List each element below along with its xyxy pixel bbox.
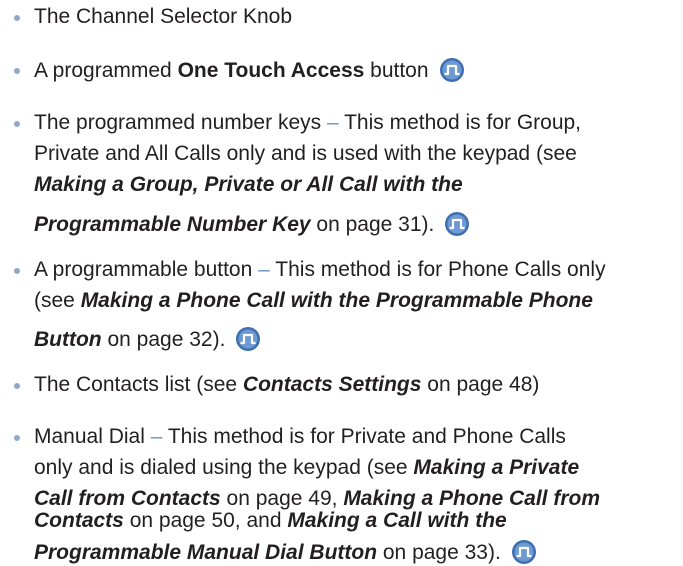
cross-reference-link[interactable]: Button	[34, 328, 102, 351]
bullet	[14, 268, 20, 274]
dash-separator: –	[252, 258, 276, 281]
item-text: button	[364, 59, 429, 82]
item-text: on page 49,	[220, 487, 344, 510]
item-text: only and is dialed using the keypad (see	[34, 456, 414, 479]
cross-reference-link[interactable]: Call from Contacts	[34, 487, 221, 510]
cross-reference-link[interactable]: Making a Private	[413, 456, 579, 479]
cross-reference-link[interactable]: Making a Call with the	[287, 509, 506, 532]
cross-reference-link[interactable]: Making a Group, Private or All Call with…	[34, 173, 463, 196]
item-text: on page 32).	[101, 328, 226, 351]
item-line: The Contacts list (see Contacts Settings…	[34, 372, 539, 398]
motorola-programmable-button-icon	[511, 540, 536, 564]
bullet	[14, 383, 20, 389]
item-text: The Contacts list (see	[34, 373, 243, 396]
cross-reference-link[interactable]: Making a Phone Call from	[343, 487, 600, 510]
item-text: The programmed number keys	[34, 111, 322, 134]
item-text: Private and All Calls only and is used w…	[34, 142, 577, 165]
dash-separator: –	[144, 425, 168, 448]
dash-separator: –	[321, 111, 345, 134]
item-text: Manual Dial	[34, 425, 145, 448]
cross-reference-link[interactable]: Programmable Number Key	[34, 213, 311, 236]
item-line: A programmed One Touch Access button	[34, 57, 465, 84]
item-line: The programmed number keys – This method…	[34, 110, 581, 136]
item-line: A programmable button – This method is f…	[34, 257, 606, 283]
item-line: Contacts on page 50, and Making a Call w…	[34, 508, 507, 534]
item-line: The Channel Selector Knob	[34, 4, 292, 30]
bullet	[14, 68, 20, 74]
item-line: Button on page 32).	[34, 326, 261, 353]
item-text: on page 48)	[421, 373, 540, 396]
item-line: Programmable Number Key on page 31).	[34, 211, 470, 238]
bullet	[14, 15, 20, 21]
item-line: only and is dialed using the keypad (see…	[34, 455, 579, 481]
item-text: (see	[34, 289, 81, 312]
cross-reference-link[interactable]: Programmable Manual Dial Button	[34, 541, 377, 564]
motorola-programmable-button-icon	[236, 327, 261, 351]
item-line: Programmable Manual Dial Button on page …	[34, 539, 537, 566]
item-text: The Channel Selector Knob	[34, 5, 292, 28]
item-text: A programmable button	[34, 258, 253, 281]
item-text: on page 50, and	[123, 509, 288, 532]
item-text: A programmed	[34, 59, 178, 82]
item-bold-term: One Touch Access	[177, 59, 365, 82]
item-text: This method is for Phone Calls only	[275, 258, 606, 281]
cross-reference-link[interactable]: Contacts	[34, 509, 124, 532]
item-line: Private and All Calls only and is used w…	[34, 141, 577, 167]
item-text: This method is for Private and Phone Cal…	[167, 425, 566, 448]
item-text: on page 33).	[377, 541, 501, 564]
item-line: Manual Dial – This method is for Private…	[34, 424, 566, 450]
item-line: (see Making a Phone Call with the Progra…	[34, 288, 593, 314]
cross-reference-link[interactable]: Making a Phone Call with the Programmabl…	[81, 289, 593, 312]
motorola-programmable-button-icon	[445, 212, 470, 236]
item-text: This method is for Group,	[344, 111, 582, 134]
item-text: on page 31).	[310, 213, 435, 236]
motorola-programmable-button-icon	[439, 58, 464, 82]
bullet	[14, 435, 20, 441]
bullet	[14, 121, 20, 127]
item-line: Making a Group, Private or All Call with…	[34, 172, 463, 198]
cross-reference-link[interactable]: Contacts Settings	[243, 373, 422, 396]
